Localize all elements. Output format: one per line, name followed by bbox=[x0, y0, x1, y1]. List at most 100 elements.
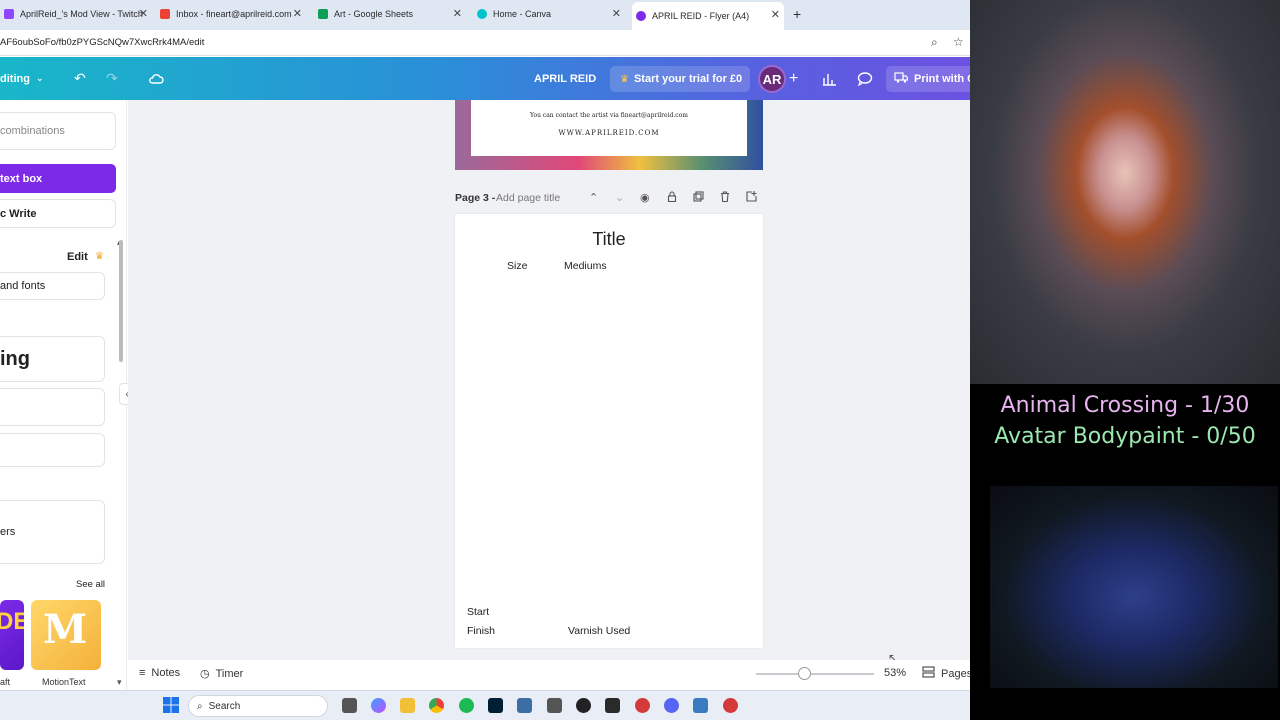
previous-page[interactable]: You can contact the artist via fineart@a… bbox=[455, 100, 763, 170]
see-all-link[interactable]: See all bbox=[76, 579, 105, 590]
redo-icon[interactable]: ↷ bbox=[106, 57, 118, 100]
brand-fonts-button[interactable]: and fonts bbox=[0, 272, 105, 300]
duplicate-icon[interactable] bbox=[693, 191, 704, 205]
mediums-label[interactable]: Mediums bbox=[564, 260, 607, 272]
pages-icon bbox=[922, 666, 935, 681]
brand-name[interactable]: APRIL REID bbox=[534, 57, 596, 100]
search-icon: ⌕ bbox=[197, 700, 203, 712]
undo-icon[interactable]: ↶ bbox=[74, 57, 86, 100]
canva-icon bbox=[636, 11, 646, 21]
brand-fonts-label: and fonts bbox=[0, 280, 46, 292]
varnish-label[interactable]: Varnish Used bbox=[568, 625, 630, 637]
close-icon[interactable]: ✕ bbox=[139, 7, 148, 20]
sheets-icon bbox=[318, 9, 328, 19]
address-bar[interactable]: AF6oubSoFo/fb0zPYGScNQw7XwcRrk4MA/edit ⌕… bbox=[0, 30, 970, 56]
text-effect-thumbnail[interactable]: DE bbox=[0, 600, 24, 670]
zoom-icon[interactable]: ⌕ bbox=[931, 35, 938, 50]
scrollbar[interactable] bbox=[119, 240, 123, 362]
app-icon[interactable] bbox=[723, 698, 738, 713]
tab-sheets[interactable]: Art - Google Sheets ✕ bbox=[318, 3, 466, 25]
copilot-icon[interactable] bbox=[371, 698, 386, 713]
combinations-label: combinations bbox=[0, 125, 65, 137]
add-text-box-button[interactable]: text box bbox=[0, 164, 116, 193]
windows-start-icon[interactable] bbox=[163, 697, 179, 718]
taskbar-search-label: Search bbox=[208, 700, 241, 712]
chrome-icon[interactable] bbox=[429, 698, 444, 713]
subheading-sample[interactable] bbox=[0, 388, 105, 426]
thumbnail-graphic: M bbox=[43, 606, 88, 653]
hide-eye-icon[interactable]: ◉ bbox=[640, 191, 650, 204]
page-3-canvas[interactable]: Title Size Mediums Start Finish Varnish … bbox=[455, 214, 763, 648]
tab-gmail[interactable]: Inbox - fineart@aprilreid.com ✕ bbox=[160, 3, 306, 25]
chevron-down-icon[interactable]: ▾ bbox=[117, 677, 122, 688]
comment-icon[interactable] bbox=[857, 57, 873, 100]
analytics-icon[interactable] bbox=[822, 57, 837, 100]
finish-label[interactable]: Finish bbox=[467, 625, 495, 637]
delete-icon[interactable] bbox=[720, 191, 730, 205]
tab-twitch[interactable]: AprilReid_'s Mod View - Twitch ✕ bbox=[4, 3, 152, 25]
avatar[interactable]: AR bbox=[758, 65, 786, 93]
gmail-icon bbox=[160, 9, 170, 19]
close-icon[interactable]: ✕ bbox=[453, 7, 462, 20]
lock-icon[interactable] bbox=[667, 191, 677, 205]
zoom-slider[interactable] bbox=[756, 673, 874, 675]
pages-button[interactable]: Pages bbox=[922, 666, 970, 681]
epic-games-icon[interactable] bbox=[605, 698, 620, 713]
add-collaborator-icon[interactable]: + bbox=[789, 57, 798, 100]
app-icon[interactable] bbox=[547, 698, 562, 713]
edit-link[interactable]: Edit bbox=[67, 251, 88, 263]
discord-icon[interactable] bbox=[664, 698, 679, 713]
start-label[interactable]: Start bbox=[467, 606, 489, 618]
notes-button[interactable]: ≡ Notes bbox=[139, 667, 180, 679]
stickers-box[interactable]: ers bbox=[0, 500, 105, 564]
webcam-feed bbox=[970, 0, 1280, 384]
animal-crossing-counter: Animal Crossing - 1/30 bbox=[1000, 393, 1250, 418]
page-title-input[interactable]: Add page title bbox=[496, 192, 560, 204]
editing-mode-dropdown[interactable]: diting ⌄ bbox=[0, 57, 43, 100]
magic-write-button[interactable]: c Write bbox=[0, 199, 116, 228]
heading-sample[interactable]: ing bbox=[0, 336, 105, 382]
url-text[interactable]: AF6oubSoFo/fb0zPYGScNQw7XwcRrk4MA/edit bbox=[0, 37, 204, 48]
close-icon[interactable]: ✕ bbox=[771, 8, 780, 21]
spotify-icon[interactable] bbox=[459, 698, 474, 713]
close-icon[interactable]: ✕ bbox=[612, 7, 621, 20]
start-trial-button[interactable]: ♛ Start your trial for £0 bbox=[610, 66, 750, 92]
chevron-up-icon[interactable]: ⌃ bbox=[589, 191, 598, 204]
tab-label: Inbox - fineart@aprilreid.com bbox=[176, 9, 292, 19]
tab-canva-home[interactable]: Home - Canva ✕ bbox=[477, 3, 625, 25]
bodypaint-counter: Avatar Bodypaint - 0/50 bbox=[994, 424, 1256, 449]
photoshop-icon[interactable] bbox=[488, 698, 503, 713]
bookmark-star-icon[interactable]: ☆ bbox=[953, 35, 964, 49]
obs-icon[interactable] bbox=[576, 698, 591, 713]
body-text-sample[interactable] bbox=[0, 433, 105, 467]
chevron-down-icon[interactable]: ⌄ bbox=[615, 191, 624, 204]
page-title-text[interactable]: Title bbox=[455, 229, 763, 250]
cloud-saved-icon[interactable] bbox=[148, 57, 164, 100]
size-label[interactable]: Size bbox=[507, 260, 527, 272]
left-panel: combinations text box c Write Edit ♛ and… bbox=[0, 100, 127, 690]
crown-icon: ♛ bbox=[620, 73, 629, 85]
app-icon[interactable] bbox=[635, 698, 650, 713]
print-label: Print with C bbox=[914, 73, 970, 85]
print-button[interactable]: Print with C bbox=[886, 66, 970, 92]
app-icon[interactable] bbox=[693, 698, 708, 713]
file-explorer-icon[interactable] bbox=[400, 698, 415, 713]
motiontext-thumbnail[interactable]: M bbox=[31, 600, 101, 670]
thumbnail-label: MotionText bbox=[42, 677, 86, 687]
task-view-icon[interactable] bbox=[342, 698, 357, 713]
font-combinations-box[interactable]: combinations bbox=[0, 112, 116, 150]
tab-label: Art - Google Sheets bbox=[334, 9, 414, 19]
add-page-icon[interactable] bbox=[746, 191, 757, 205]
zoom-slider-handle[interactable] bbox=[798, 667, 811, 680]
page-number-label: Page 3 - bbox=[455, 192, 496, 204]
app-icon[interactable] bbox=[517, 698, 532, 713]
heading-sample-text: ing bbox=[0, 347, 30, 370]
tab-canva-flyer[interactable]: APRIL REID - Flyer (A4) ✕ bbox=[632, 2, 784, 30]
taskbar-search[interactable]: ⌕ Search bbox=[188, 695, 328, 717]
timer-button[interactable]: ◷ Timer bbox=[200, 667, 243, 681]
close-icon[interactable]: ✕ bbox=[293, 7, 302, 20]
tab-label: APRIL REID - Flyer (A4) bbox=[652, 11, 750, 21]
contact-line: You can contact the artist via fineart@a… bbox=[530, 112, 688, 119]
zoom-level[interactable]: 53% bbox=[884, 667, 906, 679]
new-tab-icon[interactable]: + bbox=[793, 6, 801, 22]
